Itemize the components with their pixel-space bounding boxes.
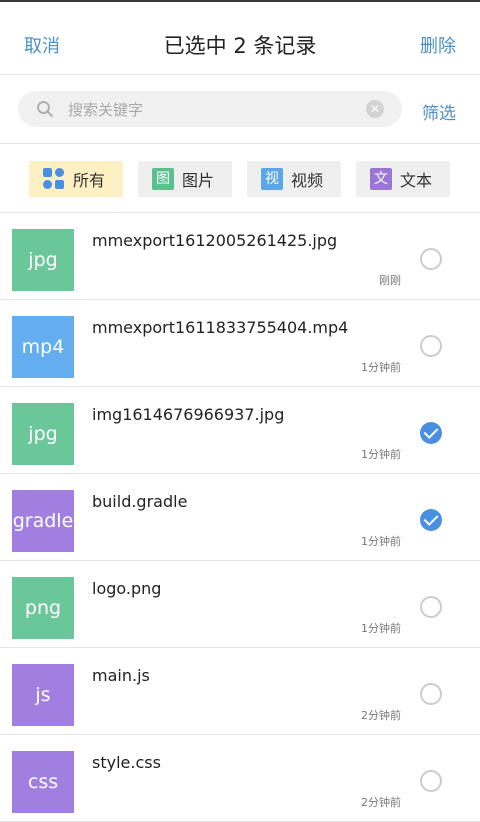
tab-text[interactable]: 文 文本 <box>356 161 450 197</box>
list-item[interactable]: js main.js 2分钟前 <box>0 648 480 735</box>
image-icon: 图 <box>152 168 174 190</box>
select-checkbox[interactable] <box>420 248 442 270</box>
file-type-thumbnail: jpg <box>12 403 74 465</box>
list-item[interactable]: jpg mmexport1612005261425.jpg 刚刚 <box>0 213 480 300</box>
tab-videos[interactable]: 视 视频 <box>247 161 341 197</box>
filter-button[interactable]: 筛选 <box>422 99 456 124</box>
category-tabs: 所有 图 图片 视 视频 文 文本 <box>0 144 480 213</box>
file-time: 1分钟前 <box>361 361 401 374</box>
file-type-thumbnail: css <box>12 751 74 813</box>
grid-icon <box>43 168 65 190</box>
page-title: 已选中 2 条记录 <box>163 34 317 58</box>
file-list: jpg mmexport1612005261425.jpg 刚刚 mp4 mme… <box>0 213 480 822</box>
select-checkbox[interactable] <box>420 683 442 705</box>
file-type-thumbnail: png <box>12 577 74 639</box>
file-time: 1分钟前 <box>361 448 401 461</box>
delete-button[interactable]: 删除 <box>420 32 456 58</box>
file-name: logo.png <box>92 579 162 598</box>
file-time: 2分钟前 <box>361 796 401 809</box>
tab-label: 视频 <box>291 171 324 190</box>
file-type-thumbnail: js <box>12 664 74 726</box>
tab-images[interactable]: 图 图片 <box>138 161 232 197</box>
file-type-thumbnail: gradle <box>12 490 74 552</box>
video-icon: 视 <box>261 168 283 190</box>
file-type-thumbnail: jpg <box>12 229 74 291</box>
file-name: mmexport1612005261425.jpg <box>92 231 338 250</box>
tab-label: 所有 <box>73 171 106 190</box>
file-name: mmexport1611833755404.mp4 <box>92 318 349 337</box>
file-name: img1614676966937.jpg <box>92 405 285 424</box>
file-name: build.gradle <box>92 492 188 511</box>
file-time: 刚刚 <box>379 274 401 287</box>
text-icon: 文 <box>370 168 392 190</box>
list-item[interactable]: gradle build.gradle 1分钟前 <box>0 474 480 561</box>
file-time: 1分钟前 <box>361 535 401 548</box>
file-name: style.css <box>92 753 161 772</box>
file-name: main.js <box>92 666 150 685</box>
file-time: 1分钟前 <box>361 622 401 635</box>
list-item[interactable]: css style.css 2分钟前 <box>0 735 480 822</box>
list-item[interactable]: png logo.png 1分钟前 <box>0 561 480 648</box>
select-checkbox[interactable] <box>420 335 442 357</box>
search-input[interactable] <box>66 91 370 129</box>
select-checkbox[interactable] <box>420 509 442 531</box>
tab-label: 图片 <box>182 171 215 190</box>
select-checkbox[interactable] <box>420 422 442 444</box>
search-icon <box>37 101 53 117</box>
list-item[interactable]: jpg img1614676966937.jpg 1分钟前 <box>0 387 480 474</box>
clear-icon[interactable]: ✕ <box>366 100 384 118</box>
list-item[interactable]: mp4 mmexport1611833755404.mp4 1分钟前 <box>0 300 480 387</box>
file-type-thumbnail: mp4 <box>12 316 74 378</box>
tab-label: 文本 <box>400 171 433 190</box>
select-checkbox[interactable] <box>420 596 442 618</box>
tab-all[interactable]: 所有 <box>29 161 123 197</box>
file-time: 2分钟前 <box>361 709 401 722</box>
select-checkbox[interactable] <box>420 770 442 792</box>
search-box[interactable]: ✕ <box>18 91 402 129</box>
header-bar: 取消 已选中 2 条记录 删除 <box>0 2 480 75</box>
search-bar: ✕ 筛选 <box>0 75 480 144</box>
